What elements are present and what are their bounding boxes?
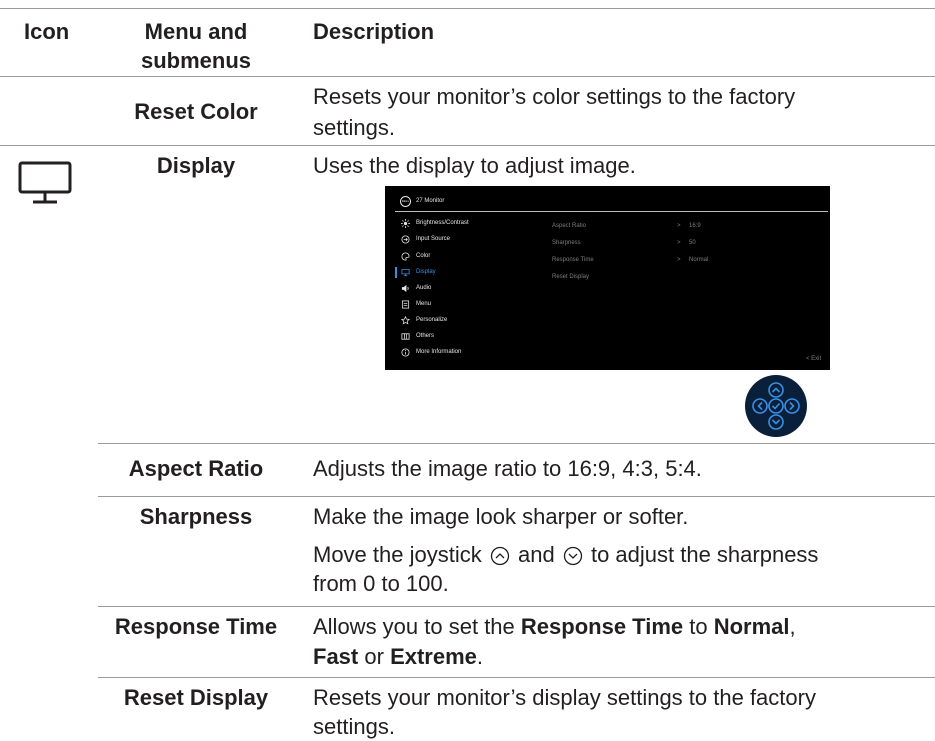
sharpness-desc1: Make the image look sharper or softer. <box>313 504 689 529</box>
osd-menu-item-more-information[interactable]: More Information <box>416 349 461 356</box>
rt-text: . <box>476 644 484 669</box>
rt-text: or <box>364 644 384 669</box>
osd-setting-value: 50 <box>689 240 696 246</box>
display-name: Display <box>156 153 236 178</box>
sharpness-desc2-b: and <box>517 542 555 567</box>
osd-setting-arrow: > <box>677 223 681 229</box>
osd-setting-sharpness[interactable]: Sharpness <box>552 240 581 247</box>
rt-bold: Fast <box>313 644 359 669</box>
response-time-desc-line2: Fast or Extreme. <box>313 642 483 671</box>
osd-menu-item-others[interactable]: Others <box>416 333 434 340</box>
osd-setting-aspect-ratio[interactable]: Aspect Ratio <box>552 223 586 230</box>
header-description: Description <box>313 19 435 44</box>
header-menu-line2: submenus <box>140 48 252 73</box>
osd-setting-reset-display[interactable]: Reset Display <box>552 274 589 281</box>
reset-display-name: Reset Display <box>123 685 269 710</box>
aspect-ratio-desc: Adjusts the image ratio to 16:9, 4:3, 5:… <box>313 456 702 481</box>
osd-setting-arrow: > <box>677 240 681 246</box>
joystick-down-icon <box>563 546 582 566</box>
row-rule <box>0 145 935 146</box>
sharpness-name: Sharpness <box>139 504 253 529</box>
osd-menu-item-audio[interactable]: Audio <box>416 285 431 292</box>
rt-text: to <box>689 614 708 639</box>
sharpness-desc2-a: Move the joystick <box>313 542 482 567</box>
reset-color-name: Reset Color <box>134 99 258 124</box>
osd-setting-arrow: > <box>677 257 681 263</box>
header-icon: Icon <box>24 19 70 44</box>
response-time-name: Response Time <box>114 614 278 639</box>
joystick-icon <box>745 375 807 437</box>
row-rule <box>98 496 935 497</box>
reset-color-desc-line1: Resets your monitor’s color settings to … <box>313 84 796 109</box>
rt-bold: Normal <box>713 614 790 639</box>
osd-divider <box>395 211 828 212</box>
osd-setting-response-time[interactable]: Response Time <box>552 257 594 264</box>
header-menu: Menu and submenus <box>96 17 296 75</box>
rt-bold: Extreme <box>390 644 477 669</box>
rt-text: , <box>789 614 796 639</box>
dell-logo: DELL <box>400 196 411 207</box>
osd-setting-value: 16:9 <box>689 223 701 229</box>
row-rule <box>98 443 935 444</box>
menu-icon <box>401 300 410 309</box>
reset-color-desc-line2: settings. <box>313 115 395 140</box>
rt-text: Allows you to set the <box>313 614 515 639</box>
joystick-up-icon <box>490 546 510 566</box>
sharpness-desc2: Move the joystick and to adjust the shar… <box>313 540 818 569</box>
brightness-icon <box>401 219 410 228</box>
display-desc: Uses the display to adjust image. <box>313 153 636 178</box>
osd-exit-button[interactable]: < Exit <box>806 356 821 363</box>
header-rule <box>0 76 935 77</box>
info-icon <box>401 348 410 357</box>
osd-menu-item-menu[interactable]: Menu <box>416 301 431 308</box>
row-rule <box>98 606 935 607</box>
osd-title: 27 Monitor <box>416 198 445 204</box>
star-icon <box>401 316 410 325</box>
aspect-ratio-name: Aspect Ratio <box>128 456 264 481</box>
display-icon <box>401 268 410 277</box>
osd-menu-item-color[interactable]: Color <box>416 253 430 260</box>
color-icon <box>401 252 410 261</box>
reset-display-desc-line2: settings. <box>313 714 395 739</box>
osd-screenshot: DELL 27 Monitor Brightness/Contrast Inpu… <box>385 186 830 370</box>
osd-menu-item-display[interactable]: Display <box>416 269 436 276</box>
osd-menu-item-personalize[interactable]: Personalize <box>416 317 447 324</box>
osd-menu-item-input-source[interactable]: Input Source <box>416 236 450 243</box>
dell-logo-text: DELL <box>401 199 410 203</box>
monitor-icon <box>15 160 75 210</box>
input-source-icon <box>401 235 410 244</box>
others-icon <box>401 332 410 341</box>
table-top-rule <box>0 8 935 9</box>
response-time-desc-line1: Allows you to set the Response Time to N… <box>313 612 796 641</box>
osd-selection-bar <box>395 267 397 278</box>
osd-menu-item-brightness[interactable]: Brightness/Contrast <box>416 220 469 227</box>
audio-icon <box>401 284 410 293</box>
header-menu-line1: Menu and <box>144 19 248 44</box>
osd-setting-value: Normal <box>689 257 709 263</box>
row-rule <box>98 677 935 678</box>
sharpness-desc2-line2: from 0 to 100. <box>313 571 449 596</box>
sharpness-desc2-c: to adjust the sharpness <box>590 542 819 567</box>
reset-display-desc-line1: Resets your monitor’s display settings t… <box>313 685 816 710</box>
rt-bold: Response Time <box>520 614 684 639</box>
